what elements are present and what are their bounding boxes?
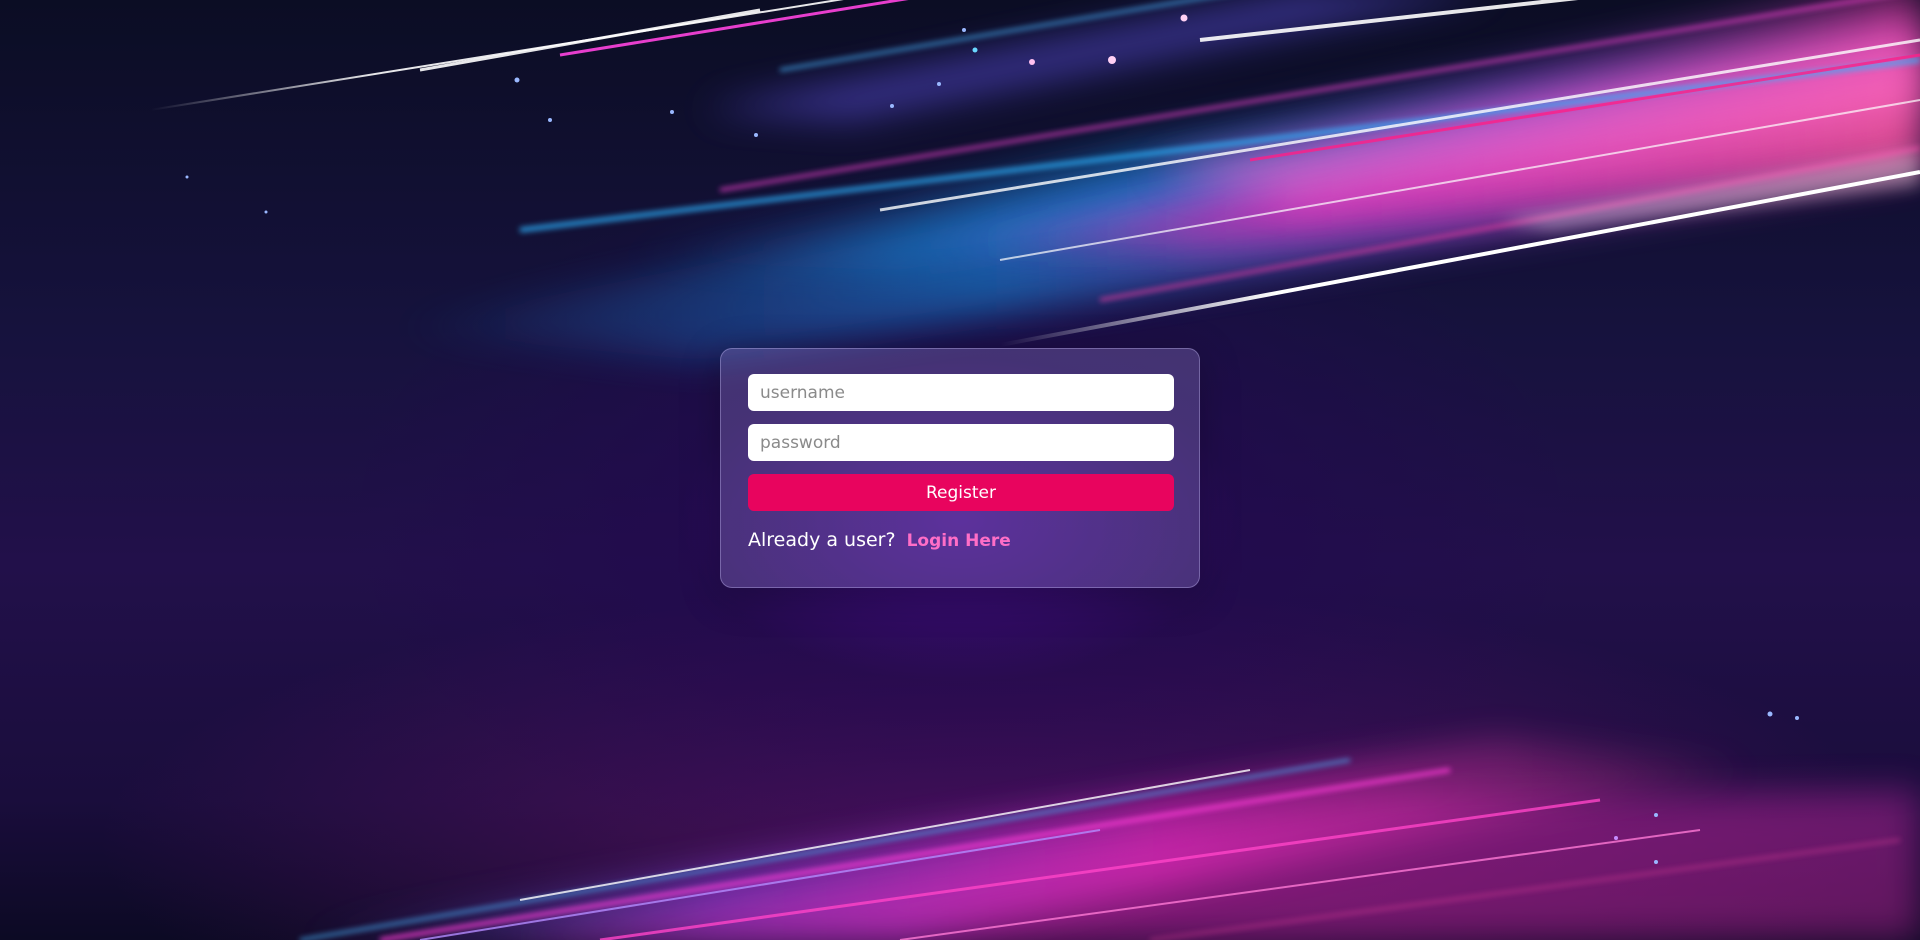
login-here-link[interactable]: Login Here: [907, 531, 1011, 551]
top-light-band: [149, 0, 1920, 360]
login-prompt: Already a user? Login Here: [748, 529, 1172, 551]
already-user-text: Already a user?: [748, 529, 896, 551]
page-background: Register Already a user? Login Here: [0, 0, 1920, 940]
register-button[interactable]: Register: [748, 474, 1174, 511]
bottom-light-band: [280, 740, 1920, 940]
username-input[interactable]: [748, 374, 1174, 411]
register-card: Register Already a user? Login Here: [720, 348, 1200, 588]
password-input[interactable]: [748, 424, 1174, 461]
